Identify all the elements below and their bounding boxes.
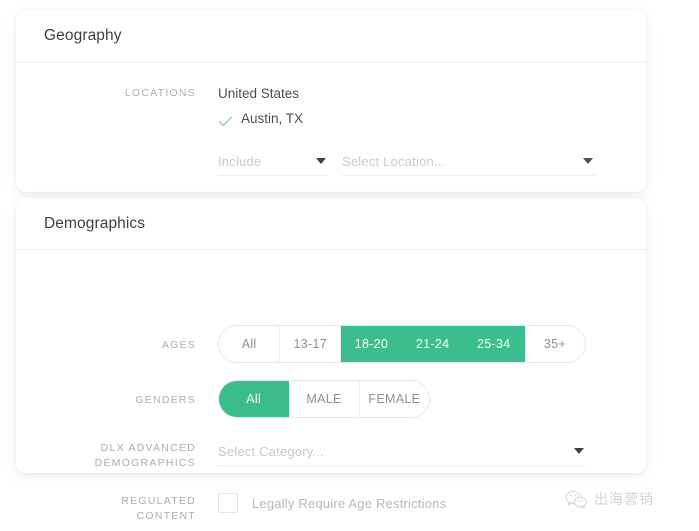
genders-option-all[interactable]: All bbox=[219, 381, 290, 417]
page-title-demographics: Demographics bbox=[44, 214, 146, 232]
demographics-card: Demographics AGES All 13-17 18-20 21-24 … bbox=[16, 198, 646, 522]
chevron-down-icon bbox=[574, 448, 584, 454]
locations-row: LOCATIONS United States Austin, TX Inclu… bbox=[16, 83, 646, 176]
locations-control: United States Austin, TX Include Select … bbox=[218, 83, 646, 176]
geography-card-body: LOCATIONS United States Austin, TX Inclu… bbox=[16, 62, 646, 176]
regulated-label-line1: REGULATED bbox=[121, 495, 196, 507]
check-icon bbox=[218, 113, 233, 126]
selected-location-label: Austin, TX bbox=[241, 111, 304, 126]
genders-control: All MALE FEMALE bbox=[218, 380, 646, 418]
geography-card-header: Geography bbox=[16, 10, 646, 62]
dlx-advanced-demographics-label: DLX ADVANCED DEMOGRAPHICS bbox=[16, 436, 218, 471]
chevron-down-icon bbox=[316, 158, 326, 164]
ages-segmented-control[interactable]: All 13-17 18-20 21-24 25-34 35+ bbox=[218, 325, 586, 363]
dlx-label-line1: DLX ADVANCED bbox=[100, 442, 196, 454]
demographics-card-body: AGES All 13-17 18-20 21-24 25-34 35+ GEN… bbox=[16, 250, 646, 524]
select-location-dropdown[interactable]: Select Location... bbox=[342, 147, 595, 176]
ages-option-all[interactable]: All bbox=[219, 326, 281, 362]
ages-option-18-20[interactable]: 18-20 bbox=[341, 326, 403, 362]
locations-label: LOCATIONS bbox=[124, 87, 196, 99]
watermark-text: 出海营销 bbox=[594, 492, 654, 508]
dlx-label-line2: DEMOGRAPHICS bbox=[94, 457, 196, 469]
age-restrictions-checkbox[interactable] bbox=[218, 493, 238, 513]
ages-label: AGES bbox=[161, 339, 196, 351]
demographics-card-header: Demographics bbox=[16, 198, 646, 250]
regulated-label-line2: CONTENT bbox=[136, 510, 196, 522]
genders-label: GENDERS bbox=[135, 394, 196, 406]
page-title-geography: Geography bbox=[44, 26, 122, 44]
geography-card: Geography LOCATIONS United States Austin… bbox=[16, 10, 646, 192]
regulated-content-row: REGULATED CONTENT Legally Require Age Re… bbox=[16, 493, 646, 524]
dlx-advanced-demographics-row: DLX ADVANCED DEMOGRAPHICS Select Categor… bbox=[16, 436, 646, 471]
select-location-placeholder: Select Location... bbox=[342, 153, 446, 169]
ages-control: All 13-17 18-20 21-24 25-34 35+ bbox=[218, 325, 646, 363]
genders-segmented-control[interactable]: All MALE FEMALE bbox=[218, 380, 430, 418]
ages-option-21-24[interactable]: 21-24 bbox=[402, 326, 464, 362]
watermark: 出海营销 bbox=[565, 489, 654, 509]
genders-option-female[interactable]: FEMALE bbox=[359, 381, 429, 417]
include-dropdown-value: Include bbox=[218, 153, 262, 169]
location-dropdown-row: Include Select Location... bbox=[218, 147, 646, 176]
regulated-content-label: REGULATED CONTENT bbox=[16, 493, 218, 524]
genders-option-male[interactable]: MALE bbox=[289, 381, 360, 417]
genders-row: GENDERS All MALE FEMALE bbox=[16, 380, 646, 418]
include-dropdown[interactable]: Include bbox=[218, 147, 328, 176]
selected-location-item[interactable]: Austin, TX bbox=[218, 108, 646, 130]
dlx-control: Select Category... bbox=[218, 436, 646, 467]
ages-option-35-plus[interactable]: 35+ bbox=[524, 326, 585, 362]
ages-option-13-17[interactable]: 13-17 bbox=[280, 326, 342, 362]
ages-row: AGES All 13-17 18-20 21-24 25-34 35+ bbox=[16, 325, 646, 363]
chevron-down-icon bbox=[583, 158, 593, 164]
ages-option-25-34[interactable]: 25-34 bbox=[463, 326, 525, 362]
select-category-placeholder: Select Category... bbox=[218, 443, 324, 459]
selected-country: United States bbox=[218, 86, 300, 101]
select-category-dropdown[interactable]: Select Category... bbox=[218, 436, 586, 467]
wechat-icon bbox=[565, 490, 587, 509]
age-restrictions-checkbox-label: Legally Require Age Restrictions bbox=[252, 495, 447, 511]
